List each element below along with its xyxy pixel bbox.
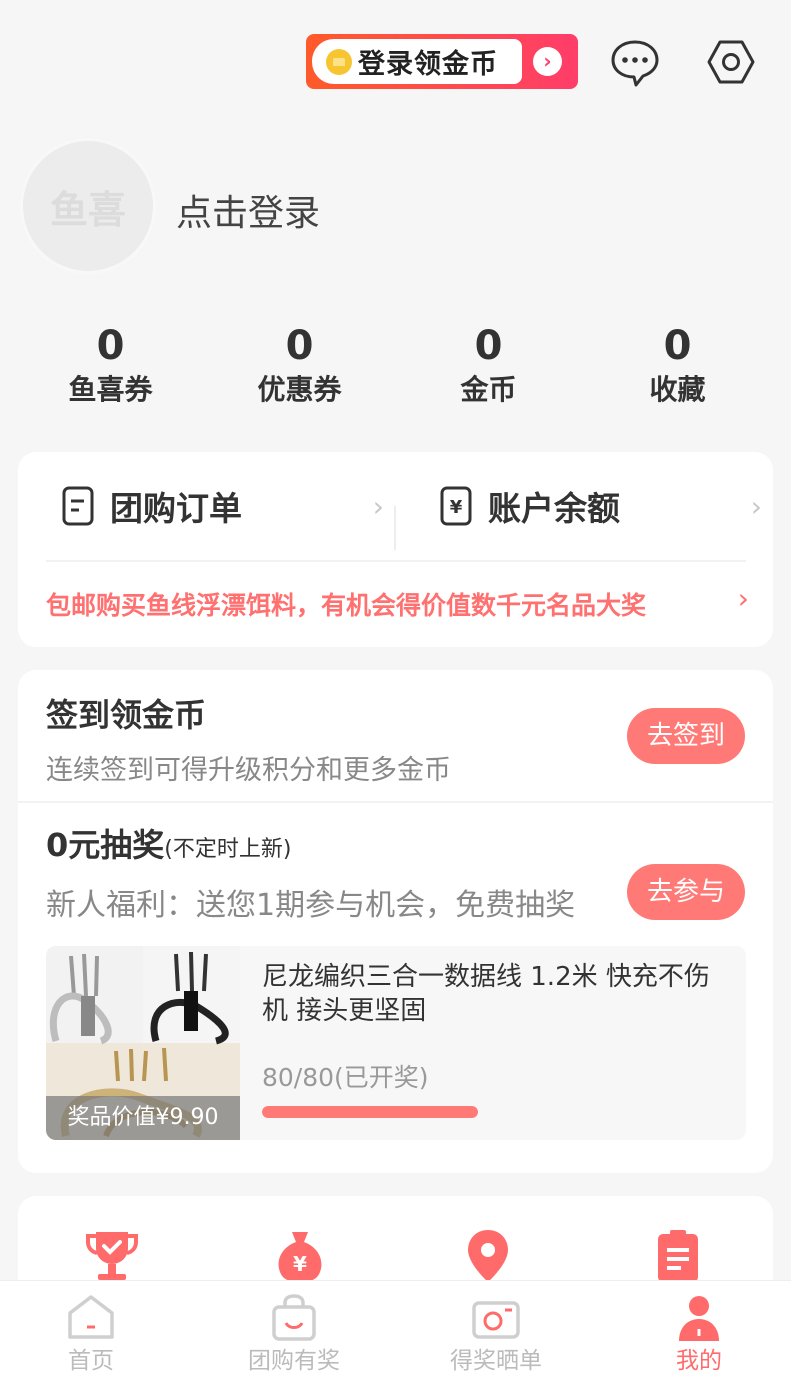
stat-value: 0 xyxy=(96,323,125,369)
stat-value: 0 xyxy=(474,323,503,369)
group-order-link[interactable]: 团购订单 › xyxy=(62,474,392,538)
yuan-icon: ¥ xyxy=(440,486,472,526)
tab-label: 我的 xyxy=(676,1348,722,1374)
account-balance-link[interactable]: ¥ 账户余额 › xyxy=(440,474,770,538)
login-coin-pill: 登录领金币 xyxy=(312,39,522,84)
orders-row: 团购订单 › ¥ 账户余额 › xyxy=(18,474,773,550)
prize-card[interactable]: 奖品价值¥9.90 尼龙编织三合一数据线 1.2米 快充不伤机 接头更坚固 80… xyxy=(46,946,746,1140)
tab-home[interactable]: 首页 xyxy=(0,1281,190,1374)
chevron-right-icon: › xyxy=(533,47,562,76)
join-lottery-button[interactable]: 去参与 xyxy=(627,864,745,920)
login-coin-banner[interactable]: 登录领金币 › xyxy=(306,34,578,89)
prize-name: 尼龙编织三合一数据线 1.2米 快充不伤机 接头更坚固 xyxy=(262,962,710,1026)
money-bag-icon[interactable]: ¥ xyxy=(270,1226,330,1286)
camera-icon xyxy=(472,1301,520,1339)
trophy-icon[interactable] xyxy=(82,1226,142,1286)
coin-icon xyxy=(326,48,352,75)
message-icon[interactable] xyxy=(610,37,660,87)
settings-icon[interactable] xyxy=(706,37,756,87)
prize-image: 奖品价值¥9.90 xyxy=(46,946,240,1140)
bottom-tab-bar: 首页 团购有奖 得奖晒单 我的 xyxy=(0,1280,791,1374)
group-order-label: 团购订单 xyxy=(110,489,242,528)
stat-coupon[interactable]: 0 优惠券 xyxy=(205,322,394,410)
tab-label: 团购有奖 xyxy=(248,1348,340,1374)
lottery-title-note: (不定时上新) xyxy=(164,837,292,862)
stats-row: 0 鱼喜券 0 优惠券 0 金币 0 收藏 xyxy=(0,322,791,410)
prize-count: 80/80(已开奖) xyxy=(262,1063,429,1092)
yuan-glyph: ¥ xyxy=(293,1252,307,1276)
divider xyxy=(46,560,746,562)
location-pin-icon[interactable] xyxy=(458,1226,518,1286)
person-icon xyxy=(679,1296,719,1341)
stat-label: 金币 xyxy=(460,373,517,406)
divider xyxy=(394,506,396,550)
stat-favorites[interactable]: 0 收藏 xyxy=(583,322,772,410)
document-icon xyxy=(62,486,94,526)
divider xyxy=(18,801,773,803)
prize-progress-bar xyxy=(262,1106,478,1118)
bag-icon xyxy=(272,1294,316,1341)
stat-gold-coin[interactable]: 0 金币 xyxy=(394,322,583,410)
yuan-glyph: ¥ xyxy=(450,497,463,518)
lottery-subtitle: 新人福利：送您1期参与机会，免费抽奖 xyxy=(46,888,576,923)
tab-group-buy[interactable]: 团购有奖 xyxy=(195,1281,393,1374)
prize-progress-fill xyxy=(262,1106,478,1118)
stat-value: 0 xyxy=(663,323,692,369)
top-bar: 登录领金币 › xyxy=(0,34,791,90)
home-icon xyxy=(68,1295,114,1339)
lottery-title-text: 0元抽奖 xyxy=(46,826,165,864)
signin-button[interactable]: 去签到 xyxy=(627,708,745,764)
chevron-right-icon: › xyxy=(372,490,384,523)
activity-card: 签到领金币 连续签到可得升级积分和更多金币 去签到 0元抽奖(不定时上新) 新人… xyxy=(18,670,773,1173)
stat-label: 优惠券 xyxy=(257,373,342,406)
avatar[interactable]: 鱼喜 xyxy=(20,138,156,274)
tab-label: 得奖晒单 xyxy=(450,1348,542,1374)
login-link[interactable]: 点击登录 xyxy=(176,184,320,236)
login-coin-label: 登录领金币 xyxy=(358,49,498,80)
signin-subtitle: 连续签到可得升级积分和更多金币 xyxy=(46,755,451,786)
chevron-right-icon: › xyxy=(737,582,749,615)
orders-card: 团购订单 › ¥ 账户余额 › 包邮购买鱼线浮漂饵料，有机会得价值数千元名品大奖… xyxy=(18,452,773,647)
balance-label: 账户余额 xyxy=(488,489,620,528)
tab-mine[interactable]: 我的 xyxy=(600,1281,791,1374)
stat-label: 收藏 xyxy=(649,373,706,406)
stat-label: 鱼喜券 xyxy=(68,373,153,406)
avatar-text: 鱼喜 xyxy=(49,187,126,232)
stat-fish-coupon[interactable]: 0 鱼喜券 xyxy=(16,322,205,410)
clipboard-icon[interactable] xyxy=(648,1226,708,1286)
tab-prize-show[interactable]: 得奖晒单 xyxy=(397,1281,595,1374)
promo-text[interactable]: 包邮购买鱼线浮漂饵料，有机会得价值数千元名品大奖 xyxy=(46,586,751,622)
tab-label: 首页 xyxy=(68,1348,114,1374)
chevron-right-icon: › xyxy=(750,490,762,523)
lottery-title: 0元抽奖(不定时上新) xyxy=(46,820,291,866)
prize-value-badge: 奖品价值¥9.90 xyxy=(46,1096,240,1140)
stat-value: 0 xyxy=(285,323,314,369)
signin-title: 签到领金币 xyxy=(46,696,207,734)
